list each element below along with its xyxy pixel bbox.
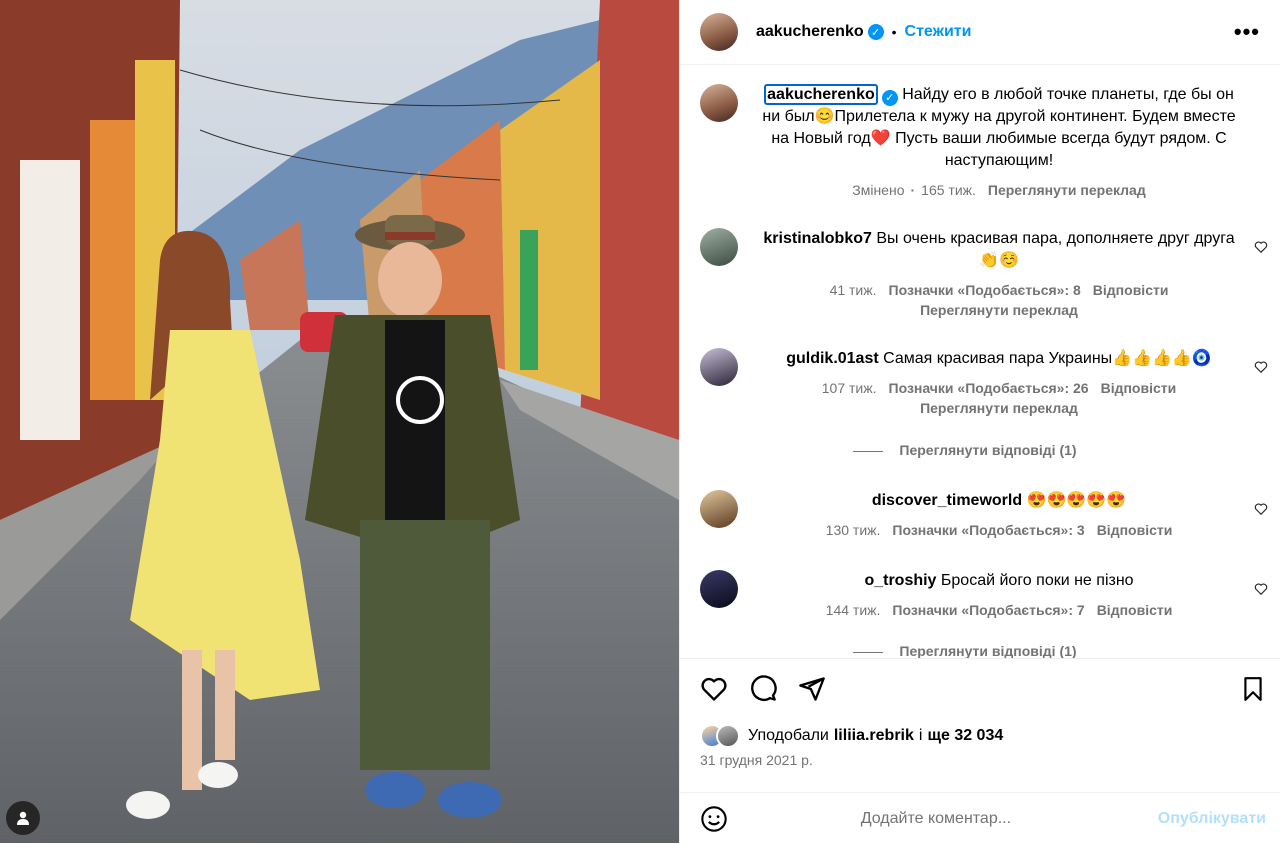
likes-summary[interactable]: Уподобали liliia.rebrik і ще 32 034: [700, 724, 1003, 748]
reply-button[interactable]: Відповісти: [1101, 380, 1177, 396]
post-details-panel: aakucherenko ✓ • Стежити ••• aakucherenk…: [679, 0, 1280, 843]
user-tag-button[interactable]: [6, 801, 40, 835]
post-actions: [680, 658, 1280, 719]
translate-link[interactable]: Переглянути переклад: [920, 400, 1078, 416]
commenter-username[interactable]: kristinalobko7: [763, 230, 871, 247]
commenter-username[interactable]: o_troshiy: [864, 572, 936, 589]
liker-avatar: [716, 724, 740, 748]
comment-input[interactable]: [728, 808, 1144, 829]
commenter-avatar[interactable]: [700, 228, 738, 266]
likes-prefix: Уподобали: [748, 727, 829, 744]
list-item: guldik.01ast Самая красивая пара Украины…: [680, 348, 1280, 418]
verified-icon: ✓: [867, 24, 884, 40]
separator-dot: •: [891, 24, 897, 40]
heart-icon[interactable]: [1254, 360, 1268, 374]
comment-likes[interactable]: Позначки «Подобається»: 8: [889, 282, 1081, 298]
likes-user[interactable]: liliia.rebrik: [834, 727, 914, 745]
author-username[interactable]: aakucherenko: [756, 23, 864, 41]
list-item: kristinalobko7 Вы очень красивая пара, д…: [680, 228, 1280, 320]
view-replies-label: Переглянути відповіді (1): [899, 442, 1077, 458]
emoji-icon[interactable]: [700, 805, 728, 833]
comment-form: Опублікувати: [680, 792, 1280, 844]
caption-translate-link[interactable]: Переглянути переклад: [988, 182, 1146, 198]
commenter-avatar[interactable]: [700, 490, 738, 528]
view-replies-button[interactable]: Переглянути відповіді (1): [680, 643, 1280, 658]
heart-icon[interactable]: [700, 675, 728, 703]
replies-divider: [853, 450, 884, 452]
comment-text: Самая красивая пара Украины👍👍👍👍🧿: [883, 350, 1212, 367]
reply-button[interactable]: Відповісти: [1097, 522, 1173, 538]
commenter-username[interactable]: discover_timeworld: [872, 492, 1022, 509]
comment-likes[interactable]: Позначки «Подобається»: 3: [892, 522, 1084, 538]
comment-time: 144 тиж.: [825, 602, 881, 618]
comment-likes[interactable]: Позначки «Подобається»: 7: [892, 602, 1084, 618]
translate-link[interactable]: Переглянути переклад: [920, 302, 1078, 318]
caption: aakucherenko ✓ Найду его в любой точке пл…: [680, 84, 1280, 200]
caption-username[interactable]: aakucherenko: [764, 84, 878, 105]
comment-likes[interactable]: Позначки «Подобається»: 26: [889, 380, 1089, 396]
post-header: aakucherenko ✓ • Стежити •••: [680, 0, 1280, 65]
replies-divider: [853, 651, 884, 653]
street-couple-image: [0, 0, 679, 843]
caption-edited: Змінено: [852, 182, 905, 198]
reply-button[interactable]: Відповісти: [1097, 602, 1173, 618]
verified-icon: ✓: [881, 90, 898, 106]
comment-time: 41 тиж.: [829, 282, 877, 298]
share-icon[interactable]: [798, 675, 826, 703]
heart-icon[interactable]: [1254, 240, 1268, 254]
follow-button[interactable]: Стежити: [905, 23, 972, 41]
commenter-username[interactable]: guldik.01ast: [786, 350, 878, 367]
comment-time: 107 тиж.: [821, 380, 877, 396]
comment-text: Вы очень красивая пара, дополняете друг …: [876, 230, 1235, 269]
likes-count[interactable]: ще 32 034: [927, 727, 1003, 745]
likes-mid: і: [918, 727, 923, 744]
comment-text: Бросай його поки не пізно: [940, 572, 1134, 589]
view-replies-label: Переглянути відповіді (1): [899, 643, 1077, 658]
commenter-avatar[interactable]: [700, 570, 738, 608]
post-date: 31 грудня 2021 р.: [700, 752, 813, 768]
post-photo[interactable]: [0, 0, 679, 843]
publish-button[interactable]: Опублікувати: [1144, 810, 1280, 828]
comment-text: 😍😍😍😍😍: [1026, 492, 1127, 509]
list-item: o_troshiy Бросай його поки не пізно 144 …: [680, 570, 1280, 620]
heart-icon[interactable]: [1254, 502, 1268, 516]
view-replies-button[interactable]: Переглянути відповіді (1): [680, 442, 1280, 458]
comment-icon[interactable]: [749, 675, 777, 703]
caption-time: 165 тиж.: [921, 182, 976, 198]
user-tag-icon: [17, 811, 29, 825]
author-avatar[interactable]: [700, 13, 738, 51]
heart-icon[interactable]: [1254, 582, 1268, 596]
commenter-avatar[interactable]: [700, 348, 738, 386]
reply-button[interactable]: Відповісти: [1093, 282, 1169, 298]
caption-avatar[interactable]: [700, 84, 738, 122]
list-item: discover_timeworld 😍😍😍😍😍 130 тиж. Позначк…: [680, 490, 1280, 540]
bookmark-icon[interactable]: [1240, 675, 1266, 703]
comment-time: 130 тиж.: [825, 522, 881, 538]
more-options-icon[interactable]: •••: [1234, 19, 1260, 45]
comments-list[interactable]: aakucherenko ✓ Найду его в любой точке пл…: [680, 66, 1280, 658]
